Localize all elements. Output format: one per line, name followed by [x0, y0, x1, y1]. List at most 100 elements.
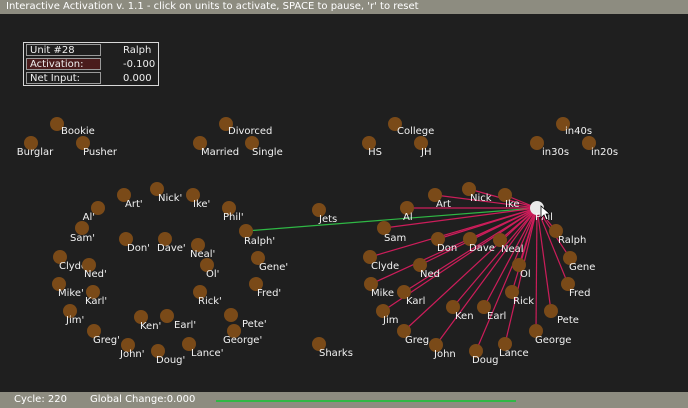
unit-mar-divorced[interactable]: Divorced [219, 117, 272, 137]
unit-hub-ralph[interactable]: Ralph [549, 224, 586, 246]
unit-inst-phil[interactable]: Phil' [222, 201, 244, 223]
activation-value: -0.100 [123, 59, 156, 70]
unit-inst-gene[interactable]: Gene' [251, 251, 288, 273]
unit-label-occ-pusher: Pusher [83, 147, 118, 158]
unit-inst-ralph[interactable]: Ralph' [239, 224, 275, 247]
unit-hub-john[interactable]: John [429, 338, 456, 360]
unit-hub-pete[interactable]: Pete [544, 304, 579, 326]
unit-hub-rick[interactable]: Rick [505, 285, 534, 307]
settle-progress-fill [216, 400, 516, 402]
unit-label-hub-rick: Rick [513, 296, 534, 307]
unit-label-hub-mike: Mike [371, 288, 394, 299]
units-layer[interactable]: Bookie Burglar Pusher Divorced Married Single… [17, 117, 618, 366]
unit-occ-pusher[interactable]: Pusher [76, 136, 118, 158]
unit-inst-lance[interactable]: Lance' [182, 337, 223, 359]
global-change-readout: Global Change:0.000 [90, 394, 196, 405]
unit-label-inst-neal: Neal' [190, 249, 215, 260]
unit-label-hub-clyde: Clyde [371, 261, 399, 272]
unit-inst-karl[interactable]: Karl' [85, 285, 107, 307]
unit-inst-jim[interactable]: Jim' [63, 304, 84, 326]
unit-hub-sam[interactable]: Sam [377, 221, 406, 244]
unit-hub-al[interactable]: Al [400, 201, 414, 223]
unit-label-hub-art: Art [436, 199, 451, 210]
network-canvas[interactable]: Bookie Burglar Pusher Divorced Married Single… [0, 14, 688, 392]
unit-gang-jets[interactable]: Jets [312, 203, 337, 225]
unit-name-value: Ralph [123, 45, 152, 56]
unit-label-inst-al: Al' [83, 212, 95, 223]
unit-inst-nick[interactable]: Nick' [150, 182, 182, 204]
unit-dot-inst-earl[interactable] [160, 309, 174, 323]
unit-label-inst-nick: Nick' [158, 193, 182, 204]
unit-occ-burglar[interactable]: Burglar [17, 136, 54, 158]
unit-hub-jim[interactable]: Jim [376, 304, 398, 326]
unit-hub-ike[interactable]: Ike [498, 188, 520, 210]
unit-inst-fred[interactable]: Fred' [249, 277, 281, 299]
unit-occ-bookie[interactable]: Bookie [50, 117, 95, 137]
unit-hub-ol[interactable]: Ol [512, 258, 531, 280]
unit-hub-earl[interactable]: Earl [477, 300, 506, 322]
unit-label-occ-bookie: Bookie [61, 126, 95, 137]
unit-dot-hub-pete[interactable] [544, 304, 558, 318]
unit-label-inst-doug: Doug' [156, 355, 185, 366]
unit-inst-don[interactable]: Don' [119, 232, 150, 254]
unit-label-gang-jets: Jets [318, 214, 337, 225]
unit-gang-sharks[interactable]: Sharks [312, 337, 353, 359]
unit-number-label: Unit #28 [26, 44, 101, 56]
unit-inst-al[interactable]: Al' [83, 201, 105, 223]
unit-hub-gene[interactable]: Gene [563, 251, 595, 273]
unit-inst-greg[interactable]: Greg' [87, 324, 120, 346]
link-hub-phil-hub-george [535, 207, 538, 332]
unit-inst-rick[interactable]: Rick' [193, 285, 222, 307]
unit-inst-doug[interactable]: Doug' [151, 344, 185, 366]
unit-inst-ol[interactable]: Ol' [200, 258, 219, 280]
unit-hub-doug[interactable]: Doug [469, 344, 499, 366]
unit-label-inst-fred: Fred' [257, 288, 281, 299]
unit-inst-earl[interactable]: Earl' [160, 309, 196, 331]
unit-edu-hs[interactable]: HS [362, 136, 382, 158]
unit-age-in30s[interactable]: in30s [530, 136, 569, 158]
unit-inst-sam[interactable]: Sam' [70, 221, 95, 244]
unit-edu-college[interactable]: College [388, 117, 434, 137]
unit-label-hub-nick: Nick [470, 193, 492, 204]
unit-edu-jh[interactable]: JH [414, 136, 431, 158]
unit-label-hub-ike: Ike [505, 199, 520, 210]
unit-label-inst-mike: Mike' [58, 288, 84, 299]
unit-label-hub-dave: Dave [469, 243, 495, 254]
unit-label-hub-sam: Sam [384, 233, 406, 244]
unit-inst-mike[interactable]: Mike' [52, 277, 84, 299]
unit-hub-george[interactable]: George [529, 324, 571, 346]
unit-hub-fred[interactable]: Fred [561, 277, 590, 299]
unit-age-in40s[interactable]: in40s [556, 117, 592, 137]
unit-label-edu-college: College [397, 126, 434, 137]
unit-label-inst-ken: Ken' [140, 321, 161, 332]
unit-dot-inst-pete[interactable] [224, 308, 238, 322]
unit-label-hub-gene: Gene [569, 262, 595, 273]
net-input-label: Net Input: [26, 72, 101, 84]
unit-hub-ken[interactable]: Ken [446, 300, 474, 322]
unit-label-hub-ken: Ken [455, 311, 474, 322]
status-bar: Cycle: 220 Global Change:0.000 [0, 392, 688, 408]
unit-label-hub-pete: Pete [557, 315, 579, 326]
unit-mar-single[interactable]: Single [245, 136, 283, 158]
unit-hub-nick[interactable]: Nick [462, 182, 492, 204]
unit-label-inst-ned: Ned' [84, 269, 107, 280]
unit-inst-neal[interactable]: Neal' [190, 238, 215, 260]
unit-age-in20s[interactable]: in20s [582, 136, 618, 158]
unit-inst-art[interactable]: Art' [117, 188, 143, 210]
unit-hub-lance[interactable]: Lance [498, 337, 529, 359]
unit-label-inst-john: John' [119, 349, 145, 360]
unit-hub-greg[interactable]: Greg [397, 324, 429, 346]
unit-mar-married[interactable]: Married [193, 136, 239, 158]
window-title-bar: Interactive Activation v. 1.1 - click on… [0, 0, 688, 14]
unit-hub-karl[interactable]: Karl [397, 285, 425, 307]
unit-hub-neal[interactable]: Neal [493, 233, 524, 255]
unit-inst-ken[interactable]: Ken' [134, 310, 161, 332]
unit-label-inst-george: George' [223, 335, 262, 346]
unit-inst-john[interactable]: John' [119, 338, 145, 360]
unit-inst-dave[interactable]: Dave' [157, 232, 186, 254]
unit-label-inst-rick: Rick' [198, 296, 222, 307]
unit-inst-ike[interactable]: Ike' [186, 188, 210, 210]
unit-hub-art[interactable]: Art [428, 188, 451, 210]
unit-label-hub-ol: Ol [520, 269, 531, 280]
unit-inst-ned[interactable]: Ned' [82, 258, 107, 280]
